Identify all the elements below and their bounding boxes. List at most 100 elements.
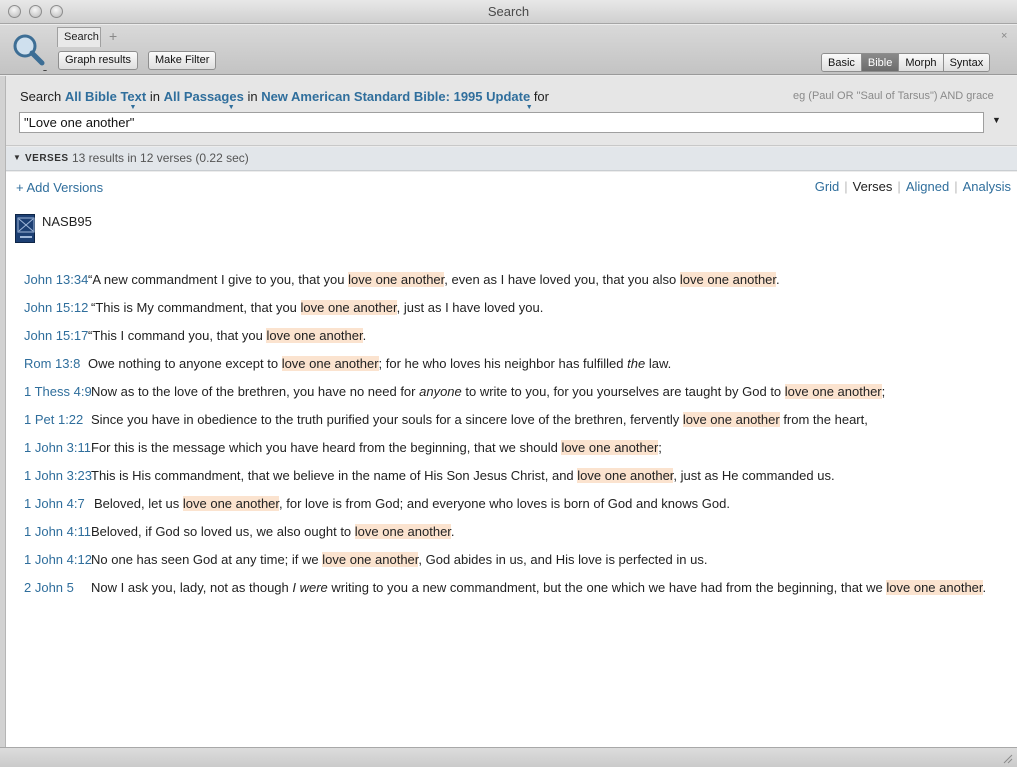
search-hit[interactable]: love one another	[682, 412, 780, 427]
verse-row: 1 John 3:11 For this is the message which…	[24, 440, 1009, 468]
verse-row: John 15:12 “This is My commandment, that…	[24, 300, 1009, 328]
verse-text: Now as to the love of the brethren, you …	[91, 384, 886, 399]
passages-dropdown[interactable]: All Passages ▼	[164, 89, 244, 111]
version-name[interactable]: NASB95	[42, 214, 92, 229]
search-hit[interactable]: love one another	[886, 580, 983, 595]
chevron-down-icon: ▼	[129, 104, 137, 111]
search-hit[interactable]: love one another	[300, 300, 397, 315]
search-hit[interactable]: love one another	[281, 356, 379, 371]
verse-text: Owe nothing to anyone except to love one…	[88, 356, 672, 371]
verse-reference-link[interactable]: 1 John 4:11	[24, 524, 91, 539]
verse-reference-link[interactable]: John 13:34	[24, 272, 88, 287]
graph-results-button[interactable]: Graph results	[58, 51, 139, 70]
toolbar: Search + × Graph results Make Filter Bas…	[0, 25, 1017, 75]
verse-row: John 15:17 “This I command you, that you …	[24, 328, 1009, 356]
mode-bible-button[interactable]: Bible	[861, 54, 900, 71]
results-summary: 13 results in 12 verses (0.22 sec)	[72, 151, 249, 165]
chevron-down-icon: ▼	[525, 104, 533, 111]
verse-row: 1 Thess 4:9 Now as to the love of the bre…	[24, 384, 1009, 412]
view-grid-link[interactable]: Grid	[815, 179, 840, 194]
italic-word: anyone	[419, 384, 462, 399]
verse-reference-link[interactable]: John 15:17	[24, 328, 88, 343]
mode-morph-button[interactable]: Morph	[899, 54, 944, 71]
verse-reference-link[interactable]: John 15:12	[24, 300, 88, 315]
italic-word: I were	[292, 580, 328, 595]
search-pane: Search All Bible Text ▼ in All Passages ▼ …	[6, 76, 1017, 146]
verse-text: “A new commandment I give to you, that y…	[88, 272, 780, 287]
verse-reference-link[interactable]: 2 John 5	[24, 580, 74, 595]
verse-row: Rom 13:8 Owe nothing to anyone except to …	[24, 356, 1009, 384]
verse-text: “This I command you, that you love one a…	[88, 328, 367, 343]
resize-grip-icon[interactable]	[1001, 752, 1013, 764]
make-filter-button[interactable]: Make Filter	[148, 51, 217, 70]
version-dropdown[interactable]: New American Standard Bible: 1995 Update…	[261, 89, 532, 111]
search-scope-line: Search All Bible Text ▼ in All Passages ▼ …	[20, 89, 549, 111]
view-analysis-link[interactable]: Analysis	[963, 179, 1011, 194]
verse-reference-link[interactable]: 1 Pet 1:22	[24, 412, 83, 427]
verse-text: Beloved, if God so loved us, we also oug…	[91, 524, 455, 539]
window-title: Search	[487, 4, 530, 19]
for-label: for	[533, 89, 549, 104]
verse-row: 1 John 4:12 No one has seen God at any ti…	[24, 552, 1009, 580]
verse-row: 2 John 5 Now I ask you, lady, not as thou…	[24, 580, 1009, 608]
view-verses-link[interactable]: Verses	[853, 179, 893, 194]
search-hit[interactable]: love one another	[182, 496, 280, 511]
add-versions-link[interactable]: + Add Versions	[16, 180, 103, 195]
verse-text: “This is My commandment, that you love o…	[91, 300, 544, 315]
verse-text: For this is the message which you have h…	[91, 440, 662, 455]
verse-text: Beloved, let us love one another, for lo…	[94, 496, 730, 511]
mode-basic-button[interactable]: Basic	[822, 54, 862, 71]
in-label: in	[149, 89, 160, 104]
search-hit[interactable]: love one another	[354, 524, 451, 539]
verse-row: 1 John 4:11 Beloved, if God so loved us, …	[24, 524, 1009, 552]
book-cover-icon[interactable]	[15, 214, 35, 243]
search-hit[interactable]: love one another	[266, 328, 363, 343]
separator: |	[897, 179, 901, 194]
mode-syntax-button[interactable]: Syntax	[943, 54, 990, 71]
chevron-down-icon: ▼	[227, 104, 235, 111]
verse-reference-link[interactable]: Rom 13:8	[24, 356, 80, 371]
search-mode-segmented-control: Basic Bible Morph Syntax	[821, 53, 991, 72]
verse-text: This is His commandment, that we believe…	[91, 468, 835, 483]
section-label: VERSES	[25, 153, 69, 164]
search-hit[interactable]: love one another	[784, 384, 882, 399]
separator: |	[844, 179, 848, 194]
verse-row: 1 Pet 1:22 Since you have in obedience to…	[24, 412, 1009, 440]
verse-reference-link[interactable]: 1 John 3:23	[24, 468, 92, 483]
verse-row: John 13:34 “A new commandment I give to y…	[24, 272, 1009, 300]
title-bar: Search	[0, 0, 1017, 24]
verse-reference-link[interactable]: 1 John 4:7	[24, 496, 85, 511]
results-content: + Add Versions Grid | Verses | Aligned | Analy…	[6, 172, 1017, 747]
disclosure-triangle-icon[interactable]: ▼	[13, 153, 21, 162]
verse-text: Since you have in obedience to the truth…	[91, 412, 868, 427]
verse-text: Now I ask you, lady, not as though I wer…	[91, 580, 987, 595]
verse-reference-link[interactable]: 1 Thess 4:9	[24, 384, 92, 399]
status-bar	[0, 747, 1017, 767]
separator: |	[954, 179, 958, 194]
verse-row: 1 John 4:7 Beloved, let us love one anot…	[24, 496, 1009, 524]
close-tab-icon[interactable]: ×	[1001, 30, 1007, 42]
view-aligned-link[interactable]: Aligned	[906, 179, 949, 194]
add-tab-icon[interactable]: +	[109, 28, 117, 44]
verse-row: 1 John 3:23 This is His commandment, that…	[24, 468, 1009, 496]
scope-dropdown[interactable]: All Bible Text ▼	[65, 89, 146, 111]
italic-word: the	[627, 356, 646, 371]
search-hit[interactable]: love one another	[322, 552, 419, 567]
search-hit[interactable]: love one another	[348, 272, 445, 287]
search-hit[interactable]: love one another	[679, 272, 777, 287]
verse-reference-link[interactable]: 1 John 4:12	[24, 552, 92, 567]
verse-text: No one has seen God at any time; if we l…	[91, 552, 708, 567]
verse-list: John 13:34 “A new commandment I give to y…	[24, 272, 1009, 608]
query-history-dropdown-icon[interactable]: ▼	[992, 115, 1001, 125]
verse-reference-link[interactable]: 1 John 3:11	[24, 440, 91, 455]
results-section-header[interactable]: ▼ VERSES 13 results in 12 verses (0.22 s…	[6, 147, 1017, 171]
in-label: in	[247, 89, 258, 104]
search-hit[interactable]: love one another	[561, 440, 659, 455]
search-icon[interactable]	[9, 31, 49, 73]
view-switcher: Grid | Verses | Aligned | Analysis	[815, 179, 1011, 194]
search-hint: eg (Paul OR "Saul of Tarsus") AND grace	[793, 90, 994, 102]
search-hit[interactable]: love one another	[577, 468, 674, 483]
search-input[interactable]: "Love one another"	[19, 112, 984, 133]
search-prefix-label: Search	[20, 89, 62, 104]
tab-search[interactable]: Search	[57, 27, 101, 47]
